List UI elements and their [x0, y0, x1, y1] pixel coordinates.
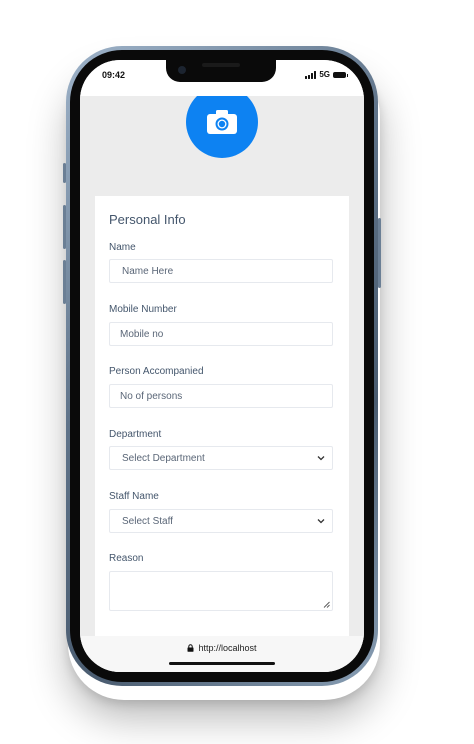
- name-label: Name: [109, 242, 136, 253]
- lock-icon: [187, 644, 194, 652]
- personal-info-card: Personal Info Name Name Here Mobile Numb…: [95, 196, 349, 636]
- reason-textarea[interactable]: [109, 571, 333, 611]
- staff-label: Staff Name: [109, 491, 159, 502]
- signal-icon: [305, 70, 317, 79]
- notch: [166, 60, 276, 82]
- staff-select[interactable]: Select Staff: [109, 509, 333, 533]
- url-display[interactable]: http://localhost: [80, 643, 364, 653]
- resize-grip-icon[interactable]: [323, 601, 330, 608]
- name-input[interactable]: Name Here: [109, 259, 333, 283]
- status-time: 09:42: [102, 70, 126, 80]
- page-content: Personal Info Name Name Here Mobile Numb…: [80, 96, 364, 636]
- home-indicator[interactable]: [169, 662, 275, 665]
- chevron-down-icon: [317, 519, 325, 524]
- accompanied-input[interactable]: No of persons: [109, 384, 333, 408]
- phone-screen: 09:42 5G Personal Info Name Name Here Mo…: [80, 60, 364, 672]
- device-mockup: 09:42 5G Personal Info Name Name Here Mo…: [0, 0, 474, 744]
- battery-icon: [333, 71, 348, 78]
- front-camera: [178, 66, 186, 74]
- network-type: 5G: [319, 70, 330, 79]
- earpiece-speaker: [202, 63, 240, 67]
- card-title: Personal Info: [109, 212, 186, 227]
- mobile-label: Mobile Number: [109, 304, 177, 315]
- mobile-placeholder: Mobile no: [120, 328, 164, 340]
- chevron-down-icon: [317, 456, 325, 461]
- photo-upload-button[interactable]: [186, 96, 258, 158]
- power-button: [378, 218, 381, 288]
- silent-switch: [63, 163, 66, 183]
- department-label: Department: [109, 429, 162, 440]
- accompanied-placeholder: No of persons: [120, 390, 183, 402]
- url-text: http://localhost: [198, 643, 257, 653]
- status-indicators: 5G: [305, 70, 348, 79]
- name-placeholder: Name Here: [122, 265, 174, 277]
- browser-url-bar[interactable]: http://localhost: [80, 636, 364, 672]
- mobile-input[interactable]: Mobile no: [109, 322, 333, 346]
- camera-icon: [207, 110, 237, 134]
- reason-label: Reason: [109, 553, 144, 564]
- volume-up-button: [63, 205, 66, 249]
- volume-down-button: [63, 260, 66, 304]
- department-select[interactable]: Select Department: [109, 446, 333, 470]
- staff-selected: Select Staff: [122, 515, 173, 527]
- accompanied-label: Person Accompanied: [109, 366, 204, 377]
- department-selected: Select Department: [122, 452, 205, 464]
